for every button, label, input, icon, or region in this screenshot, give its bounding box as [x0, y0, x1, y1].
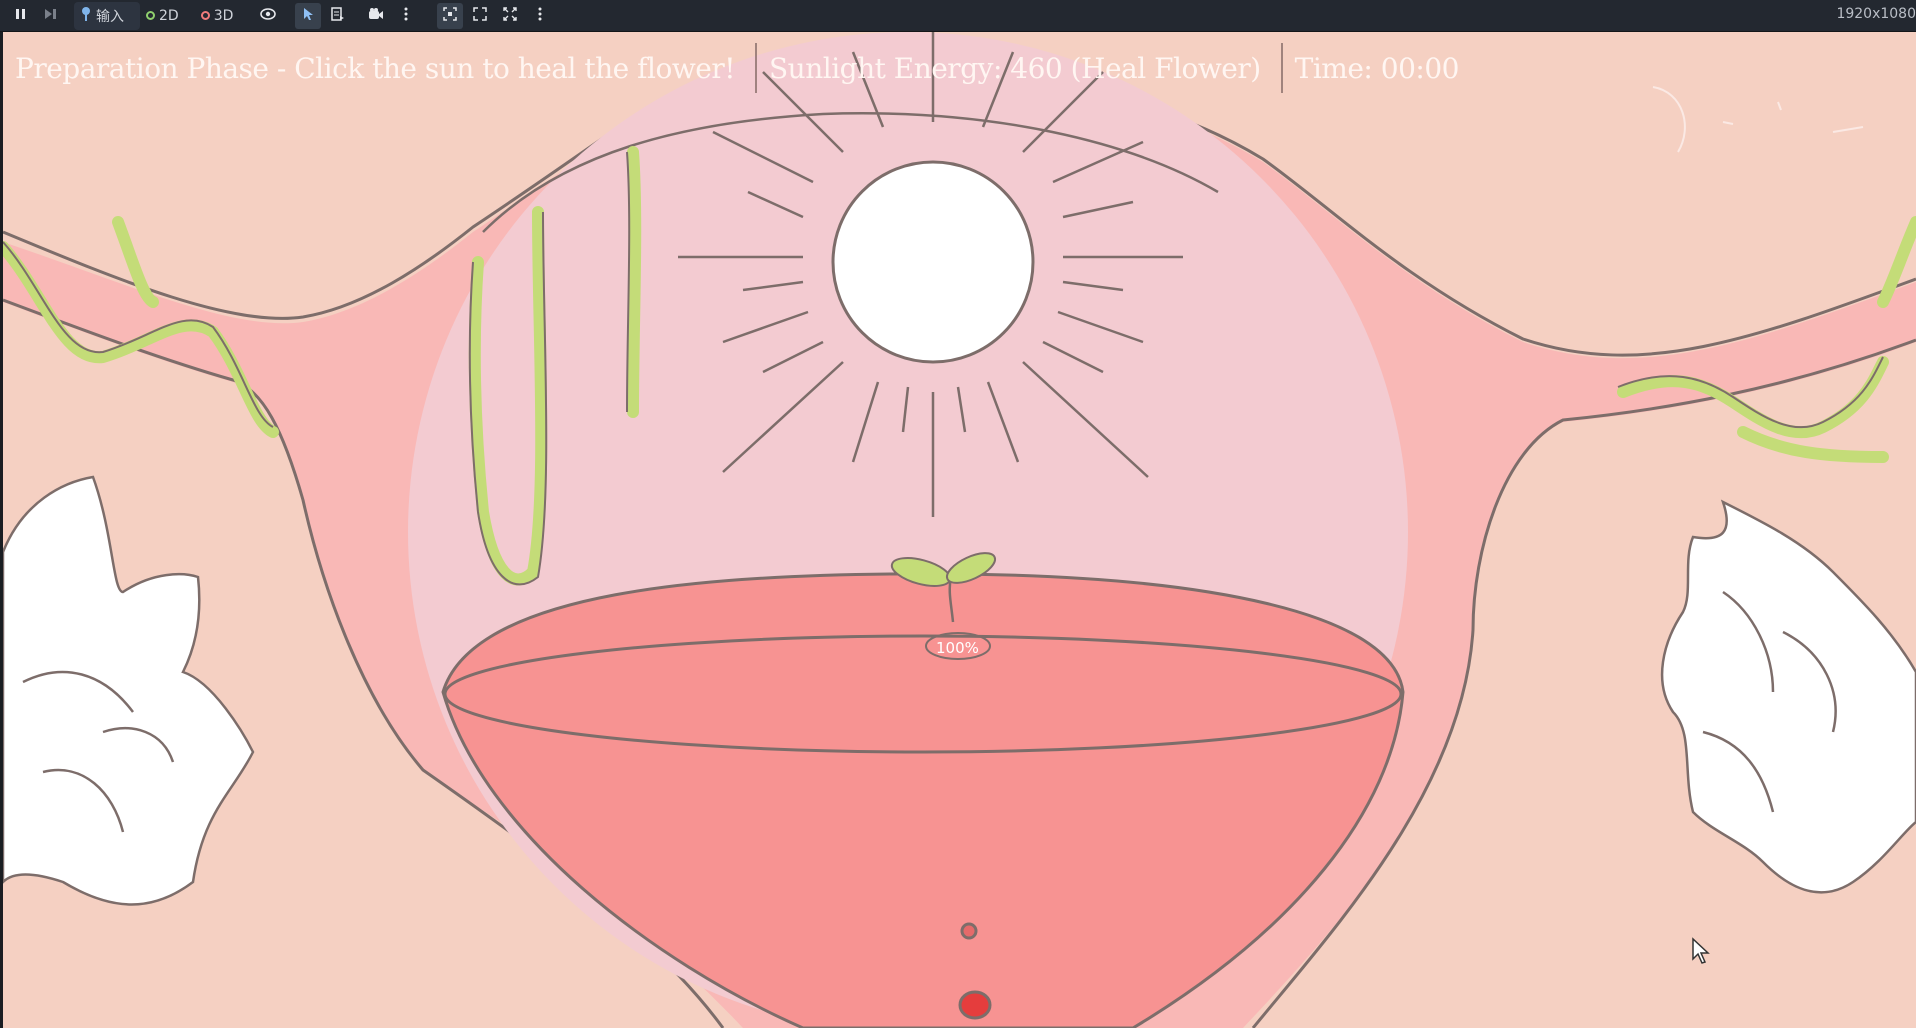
kebab-icon	[404, 7, 408, 25]
hud-bar: Preparation Phase - Click the sun to hea…	[3, 42, 1479, 94]
expand-button[interactable]	[467, 3, 493, 29]
cervix-dot-large	[958, 990, 992, 1020]
mode-3d-label: 3D	[213, 7, 234, 24]
list-tool-button[interactable]	[325, 3, 351, 29]
fullscreen-button[interactable]	[497, 3, 523, 29]
input-toggle[interactable]: 输入	[74, 1, 140, 30]
mode-2d-label: 2D	[159, 7, 179, 24]
focus-icon	[443, 6, 458, 25]
mode-2d-toggle[interactable]: 2D	[140, 2, 195, 30]
focus-button[interactable]	[437, 2, 464, 29]
editor-toolbar: 输入 2D 3D 1920x1080	[0, 0, 1916, 32]
fullscreen-icon	[503, 6, 518, 25]
select-tool-button[interactable]	[295, 2, 322, 29]
resolution-label: 1920x1080	[1836, 6, 1916, 22]
faint-marks	[1652, 86, 1864, 153]
flower-health-label: 100%	[936, 639, 979, 657]
cervix-dot-small	[960, 922, 978, 940]
eye-icon	[260, 7, 277, 24]
mode-3d-toggle[interactable]: 3D	[195, 2, 250, 30]
game-viewport[interactable]: Preparation Phase - Click the sun to hea…	[3, 32, 1916, 1028]
input-label: 输入	[96, 8, 124, 25]
more-options-button-2[interactable]	[527, 3, 553, 29]
expand-icon	[473, 6, 488, 25]
time-text: Time: 00:00	[1294, 51, 1460, 85]
more-options-button[interactable]	[393, 3, 419, 29]
hud-divider	[1280, 43, 1283, 93]
sun[interactable]	[831, 160, 1035, 364]
step-button[interactable]	[38, 3, 64, 29]
energy-text: Sunlight Energy: 460 (Heal Flower)	[769, 51, 1261, 85]
phase-text: Preparation Phase - Click the sun to hea…	[15, 51, 736, 85]
camera-button[interactable]	[363, 3, 389, 29]
kebab-icon	[538, 7, 542, 25]
step-icon	[44, 8, 58, 24]
left-flower	[3, 475, 255, 906]
game-scene	[3, 32, 1916, 1028]
hud-divider	[755, 43, 757, 93]
input-icon	[80, 6, 92, 26]
list-icon	[331, 6, 345, 25]
camera-icon	[368, 7, 384, 24]
right-flower	[1660, 499, 1916, 894]
pause-button[interactable]	[8, 3, 34, 29]
mode-2d-icon	[146, 11, 155, 20]
mode-3d-icon	[200, 11, 210, 20]
pause-icon	[15, 8, 27, 24]
select-arrow-icon	[302, 7, 314, 25]
visibility-button[interactable]	[255, 3, 281, 29]
